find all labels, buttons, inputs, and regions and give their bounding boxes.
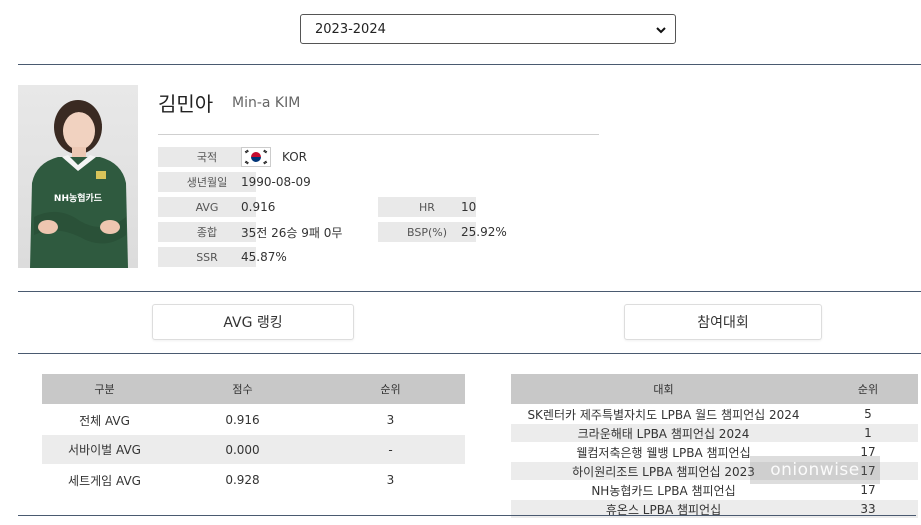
tournament-row-rank: 1 bbox=[864, 426, 872, 440]
korea-flag-icon bbox=[241, 147, 271, 167]
avg-row-rank: - bbox=[388, 442, 393, 457]
tab-avg-ranking[interactable]: AVG 랭킹 bbox=[152, 304, 354, 340]
player-photo: NH농협카드 bbox=[18, 85, 138, 268]
divider-middle bbox=[18, 291, 921, 292]
divider-top bbox=[18, 64, 921, 65]
ssr-value: 45.87% bbox=[241, 250, 287, 264]
avg-row-category: 서바이벌 AVG bbox=[68, 443, 141, 457]
avg-row-score: 0.928 bbox=[225, 473, 260, 487]
avg-row-rank: 3 bbox=[386, 413, 395, 427]
season-select-value: 2023-2024 bbox=[315, 21, 386, 37]
player-name-korean: 김민아 bbox=[158, 92, 214, 116]
birth-value: 1990-08-09 bbox=[241, 175, 311, 189]
tournament-header-rank: 순위 bbox=[857, 383, 879, 396]
player-name-english: Min-a KIM bbox=[232, 95, 301, 111]
avg-row-category: 세트게임 AVG bbox=[68, 473, 141, 488]
player-silhouette: NH농협카드 bbox=[30, 100, 128, 268]
season-select[interactable]: 2023-2024 bbox=[300, 14, 676, 44]
tab-tournaments[interactable]: 참여대회 bbox=[624, 304, 822, 340]
record-value: 35전 26승 9패 0무 bbox=[241, 225, 343, 240]
avg-row-score: 0.000 bbox=[225, 442, 260, 457]
jersey-sponsor-text: NH농협카드 bbox=[54, 192, 103, 204]
avg-header-rank: 순위 bbox=[380, 383, 401, 396]
avg-row-category: 전체 AVG bbox=[79, 413, 130, 428]
name-divider bbox=[158, 134, 599, 135]
tournament-row-name: 크라운해태 LPBA 챔피언십 2024 bbox=[577, 426, 750, 441]
tournament-header-name: 대회 bbox=[653, 383, 674, 396]
hr-value: 10 bbox=[461, 200, 477, 214]
nationality-value: KOR bbox=[282, 150, 307, 164]
avg-header-score: 점수 bbox=[232, 383, 253, 396]
avg-row-rank: 3 bbox=[386, 473, 395, 487]
avg-row-score: 0.916 bbox=[225, 413, 260, 427]
chevron-down-icon bbox=[656, 27, 666, 34]
avg-header-category: 구분 bbox=[94, 383, 115, 396]
divider-bottom bbox=[18, 515, 916, 516]
tournament-row-rank: 5 bbox=[864, 407, 872, 421]
divider-tables bbox=[18, 353, 921, 354]
avg-value: 0.916 bbox=[241, 200, 276, 214]
watermark: onionwise bbox=[750, 456, 880, 484]
bsp-value: 25.92% bbox=[461, 225, 507, 239]
tournament-row-name: SK렌터카 제주특별자치도 LPBA 월드 챔피언십 2024 bbox=[527, 407, 800, 422]
